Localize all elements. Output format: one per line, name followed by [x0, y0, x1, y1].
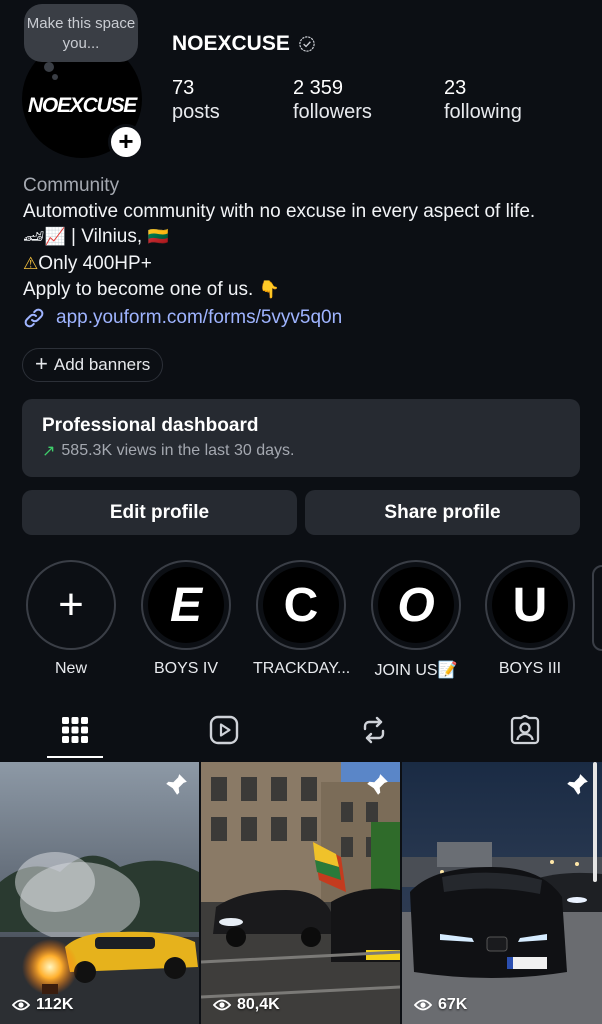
post-views-count: 80,4K — [237, 996, 280, 1013]
highlight-label: BOYS IV — [153, 660, 219, 677]
profile-bio: Community Automotive community with no e… — [23, 173, 593, 304]
post-image-black-bmw — [402, 762, 602, 1024]
highlight-partial[interactable] — [592, 565, 602, 651]
highlight-label: New — [54, 660, 87, 677]
share-profile-label: Share profile — [384, 501, 501, 523]
post-views: 112K — [12, 996, 73, 1014]
highlight-ring: E — [141, 560, 231, 650]
stat-posts[interactable]: 73 posts — [172, 76, 220, 124]
stat-posts-value: 73 — [172, 77, 195, 99]
tagged-icon — [510, 715, 540, 745]
professional-dashboard[interactable]: Professional dashboard ↗ 585.3K views in… — [22, 399, 580, 477]
add-story-button[interactable]: + — [108, 124, 144, 160]
bio-line-2-text: | Vilnius, — [65, 226, 148, 247]
dashboard-subtitle-row: ↗ 585.3K views in the last 30 days. — [42, 441, 560, 461]
highlight-ring: + — [26, 560, 116, 650]
tab-reposts[interactable] — [354, 710, 394, 750]
post-image-drift-car — [0, 762, 199, 1024]
post-views-count: 112K — [36, 996, 74, 1013]
active-tab-indicator — [47, 756, 103, 758]
pin-icon — [367, 774, 388, 795]
highlight-label: BOYS III — [498, 660, 562, 677]
warning-emoji: ⚠ — [23, 253, 39, 274]
plus-icon: + — [35, 351, 48, 376]
add-banners-label: Add banners — [53, 355, 151, 374]
dashboard-title: Professional dashboard — [42, 415, 259, 436]
bio-line-2: 🏎📈 | Vilnius, 🇱🇹 — [23, 224, 593, 251]
pin-icon — [567, 774, 588, 795]
tab-grid[interactable] — [55, 710, 95, 750]
lithuania-flag-emoji: 🇱🇹 — [147, 227, 169, 247]
highlight-join-us[interactable]: O JOIN US📝 — [368, 560, 464, 680]
pin-icon — [166, 774, 187, 795]
highlight-boys-iv[interactable]: E BOYS IV — [138, 560, 234, 678]
stat-following-label: following — [444, 101, 522, 123]
bio-link[interactable]: app.youform.com/forms/5vyv5q0n — [22, 306, 342, 330]
bio-line-1: Automotive community with no excuse in e… — [23, 200, 536, 222]
stat-following-value: 23 — [444, 77, 467, 99]
grid-icon — [62, 717, 88, 743]
pointing-down-emoji: 👇 — [258, 280, 280, 300]
scrollbar-thumb[interactable] — [593, 762, 597, 882]
highlight-ring: O — [371, 560, 461, 650]
link-icon — [24, 308, 44, 328]
highlight-trackday[interactable]: C TRACKDAY... — [253, 560, 351, 678]
highlight-new[interactable]: + New — [23, 560, 119, 678]
highlight-cover-letter: E — [148, 567, 224, 643]
post-views: 67K — [414, 996, 467, 1014]
post-views-count: 67K — [438, 996, 468, 1013]
highlight-cover-letter: O — [378, 567, 454, 643]
highlight-cover-letter: U — [492, 567, 568, 643]
note-bubble[interactable]: Make this space you... — [24, 4, 138, 62]
stat-followers[interactable]: 2 359 followers — [293, 76, 372, 124]
post-thumbnail[interactable]: 67K — [402, 762, 602, 1024]
stat-followers-value: 2 359 — [293, 77, 344, 99]
add-banners-button[interactable]: + Add banners — [22, 348, 164, 382]
edit-profile-button[interactable]: Edit profile — [22, 490, 297, 535]
bio-category: Community — [23, 175, 120, 196]
trend-up-arrow-icon: ↗ — [42, 443, 56, 460]
post-thumbnail[interactable]: 80,4K — [201, 762, 400, 1024]
highlight-label: JOIN US📝 — [374, 662, 458, 679]
profile-username[interactable]: NOEXCUSE — [172, 32, 316, 56]
note-bubble-tail-small — [52, 74, 58, 80]
reposts-icon — [363, 716, 385, 744]
avatar-logo: NOEXCUSE — [27, 94, 137, 117]
post-thumbnail[interactable]: 112K — [0, 762, 199, 1024]
bio-line-4: Apply to become one of us. 👇 — [23, 277, 593, 304]
eye-icon — [414, 999, 432, 1011]
tab-tagged[interactable] — [505, 710, 545, 750]
highlight-ring: C — [256, 560, 346, 650]
edit-profile-label: Edit profile — [109, 501, 210, 523]
new-highlight-plus-icon: + — [58, 580, 84, 629]
eye-icon — [12, 999, 30, 1011]
post-views: 80,4K — [213, 996, 280, 1014]
highlight-label: TRACKDAY... — [253, 660, 351, 677]
race-car-chart-emoji: 🏎📈 — [23, 227, 66, 247]
highlight-boys-iii[interactable]: U BOYS III — [482, 560, 578, 678]
bio-link-text: app.youform.com/forms/5vyv5q0n — [56, 307, 343, 328]
bio-line-3-text: Only 400HP+ — [38, 252, 152, 274]
note-text: Make this space you... — [26, 15, 136, 52]
bio-line-3: ⚠Only 400HP+ — [23, 251, 593, 278]
stat-following[interactable]: 23 following — [444, 76, 522, 124]
eye-icon — [213, 999, 231, 1011]
verified-badge-icon — [299, 36, 315, 52]
bio-line-4-text: Apply to become one of us. — [23, 279, 259, 300]
stat-followers-label: followers — [293, 101, 372, 123]
username-text: NOEXCUSE — [172, 32, 290, 55]
highlight-cover-letter: C — [263, 567, 339, 643]
note-bubble-tail — [44, 62, 54, 72]
tab-reels[interactable] — [204, 710, 244, 750]
share-profile-button[interactable]: Share profile — [305, 490, 580, 535]
stat-posts-label: posts — [172, 101, 220, 123]
reels-icon — [209, 715, 239, 745]
post-image-street-cars — [201, 762, 400, 1024]
dashboard-subtitle: 585.3K views in the last 30 days. — [61, 442, 295, 459]
highlight-ring: U — [485, 560, 575, 650]
